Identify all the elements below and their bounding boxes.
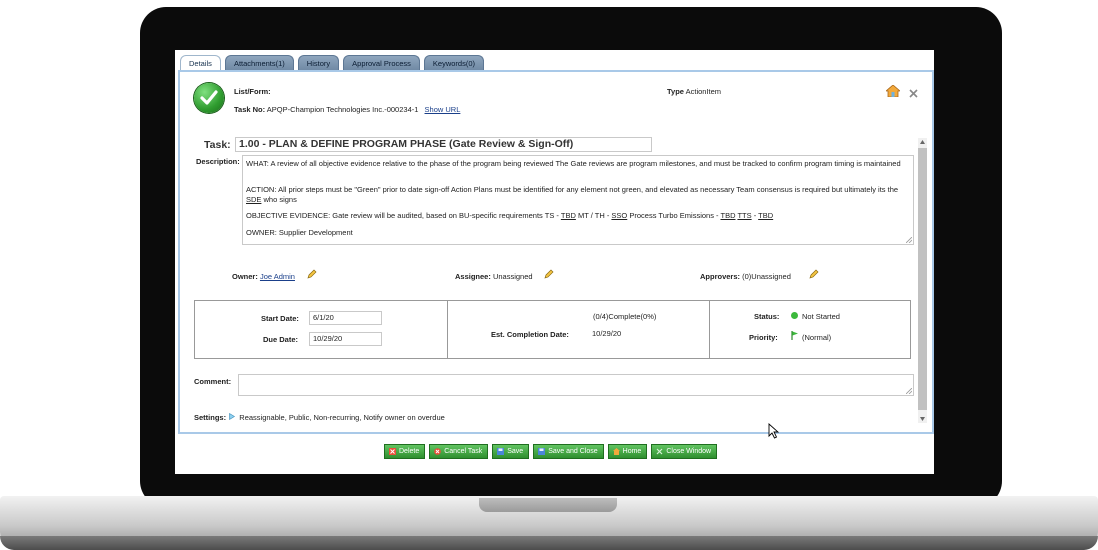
approvers-value: (0)Unassigned	[742, 272, 791, 281]
approvers-label: Approvers:	[700, 272, 741, 281]
status-value: Not Started	[802, 312, 840, 321]
list-form-label: List/Form:	[234, 87, 271, 96]
task-title-field[interactable]: 1.00 - PLAN & DEFINE PROGRAM PHASE (Gate…	[235, 137, 652, 152]
delete-button[interactable]: Delete	[384, 444, 426, 459]
triangle-right-icon[interactable]	[229, 412, 236, 421]
cursor-icon	[768, 423, 780, 439]
owner-line: Owner: Joe Admin	[232, 272, 295, 281]
due-date-label: Due Date:	[263, 335, 299, 344]
close-icon[interactable]	[909, 85, 918, 103]
settings-line: Settings: Reassignable, Public, Non-recu…	[194, 412, 445, 422]
tab-bar: Details Attachments(1) History Approval …	[180, 55, 485, 71]
dates-section: Start Date: 6/1/20 Due Date: 10/29/20	[194, 300, 449, 359]
assignee-line: Assignee: Unassigned	[455, 272, 533, 281]
task-no-label: Task No:	[234, 105, 266, 114]
laptop-notch	[479, 498, 617, 512]
priority-value: (Normal)	[802, 333, 832, 342]
resize-grip-icon[interactable]	[906, 237, 912, 243]
flag-icon	[791, 331, 798, 340]
details-panel: List/Form: Task No: APQP-Champion Techno…	[178, 70, 934, 434]
resize-grip-icon[interactable]	[906, 388, 912, 394]
show-url-link[interactable]: Show URL	[425, 105, 461, 114]
pencil-icon[interactable]	[809, 269, 819, 279]
action-button-bar: Delete Cancel Task Save Save and Close H…	[384, 444, 718, 459]
scrollbar-thumb[interactable]	[918, 148, 927, 410]
est-completion-value: 10/29/20	[592, 329, 622, 338]
tab-history[interactable]: History	[297, 55, 340, 71]
floppy-icon	[538, 448, 546, 455]
priority-label: Priority:	[749, 333, 778, 342]
due-date-field[interactable]: 10/29/20	[309, 332, 382, 346]
home-icon	[612, 448, 620, 455]
status-section: Status: Not Started Priority: (Normal)	[709, 300, 911, 359]
tab-keywords[interactable]: Keywords(0)	[423, 55, 485, 71]
description-textarea[interactable]: WHAT: A review of all objective evidence…	[242, 155, 914, 245]
type-label: Type	[667, 87, 684, 96]
task-no-value: APQP-Champion Technologies Inc.-000234-1	[266, 105, 419, 114]
description-what: WHAT: A review of all objective evidence…	[246, 159, 901, 168]
status-label: Status:	[754, 312, 780, 321]
type-value: ActionItem	[685, 87, 722, 96]
status-dot-icon	[791, 312, 798, 319]
delete-icon	[389, 448, 396, 455]
pencil-icon[interactable]	[307, 269, 317, 279]
approvers-line: Approvers: (0)Unassigned	[700, 272, 791, 281]
description-owner: OWNER: Supplier Development	[246, 228, 353, 237]
check-circle-icon	[194, 83, 224, 113]
task-label: Task:	[204, 139, 231, 151]
close-window-button[interactable]: Close Window	[651, 444, 718, 459]
vertical-scrollbar[interactable]	[918, 138, 927, 423]
save-button[interactable]: Save	[492, 444, 530, 459]
settings-label: Settings:	[194, 413, 227, 422]
start-date-field[interactable]: 6/1/20	[309, 311, 382, 325]
task-window: Details Attachments(1) History Approval …	[175, 50, 934, 474]
progress-section: (0/4)Complete(0%) Est. Completion Date: …	[447, 300, 711, 359]
comment-textarea[interactable]	[238, 374, 914, 396]
home-icon[interactable]	[884, 84, 902, 102]
assignee-value: Unassigned	[492, 272, 533, 281]
description-label: Description:	[196, 157, 240, 166]
cancel-task-button[interactable]: Cancel Task	[429, 444, 489, 459]
pencil-icon[interactable]	[544, 269, 554, 279]
tab-approval-process[interactable]: Approval Process	[343, 55, 420, 71]
description-action: ACTION: All prior steps must be "Green" …	[246, 185, 899, 204]
start-date-label: Start Date:	[261, 314, 299, 323]
tab-details[interactable]: Details	[180, 55, 221, 71]
type-line: Type ActionItem	[667, 87, 721, 96]
est-completion-label: Est. Completion Date:	[491, 330, 569, 339]
scroll-down-icon[interactable]	[920, 417, 925, 421]
cancel-icon	[434, 448, 442, 455]
description-objective: OBJECTIVE EVIDENCE: Gate review will be …	[246, 211, 774, 220]
comment-label: Comment:	[194, 377, 232, 386]
home-button[interactable]: Home	[607, 444, 648, 459]
floppy-icon	[497, 448, 505, 455]
task-no-line: Task No: APQP-Champion Technologies Inc.…	[234, 105, 460, 114]
tab-attachments[interactable]: Attachments(1)	[224, 55, 294, 71]
scroll-up-icon[interactable]	[920, 140, 925, 144]
owner-label: Owner:	[232, 272, 258, 281]
close-icon	[656, 448, 663, 455]
save-and-close-button[interactable]: Save and Close	[533, 444, 604, 459]
settings-value: Reassignable, Public, Non-recurring, Not…	[239, 413, 445, 422]
assignee-label: Assignee:	[455, 272, 491, 281]
progress-text: (0/4)Complete(0%)	[593, 312, 657, 321]
owner-link[interactable]: Joe Admin	[260, 272, 295, 281]
